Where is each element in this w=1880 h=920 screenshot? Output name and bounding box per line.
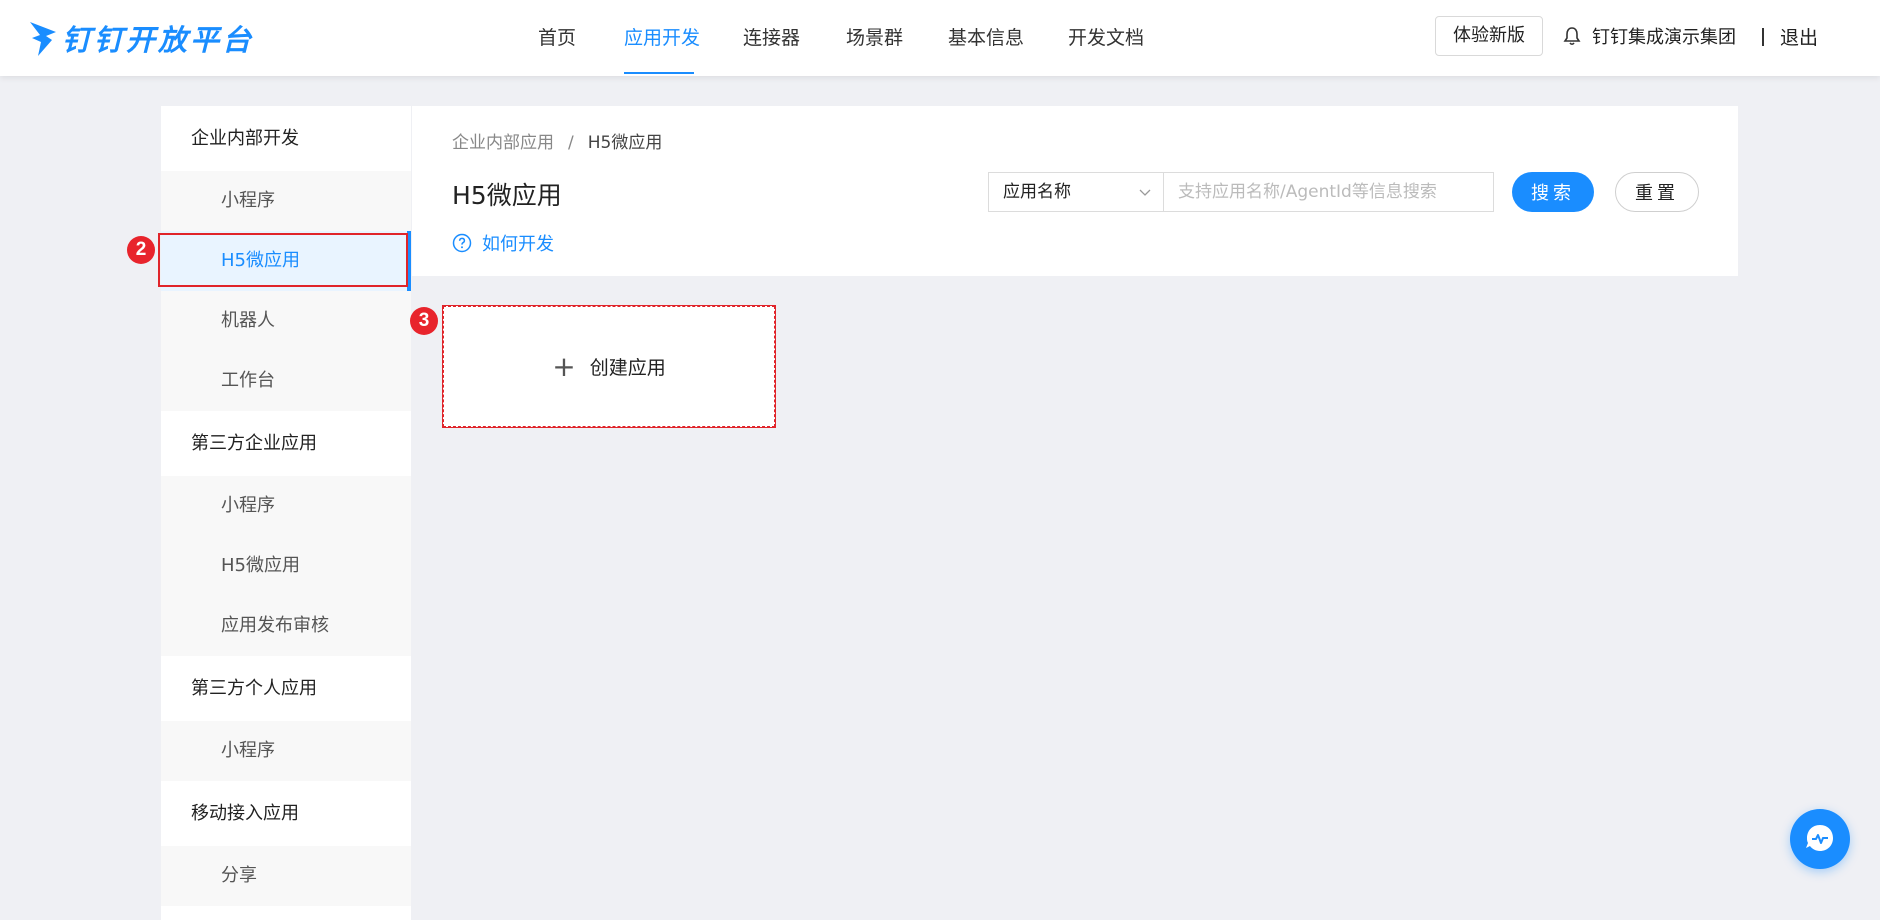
sidebar-group-internal: 企业内部开发 xyxy=(161,106,411,171)
breadcrumb-current: H5微应用 xyxy=(587,133,663,153)
try-new-version-button[interactable]: 体验新版 xyxy=(1435,16,1543,56)
question-circle-icon xyxy=(452,233,472,253)
how-to-develop-link[interactable]: 如何开发 xyxy=(452,230,554,256)
topnav-basic-info[interactable]: 基本信息 xyxy=(948,0,1024,76)
platform-logo[interactable]: 钉钉开放平台 xyxy=(28,18,254,58)
logo-text: 钉钉开放平台 xyxy=(62,23,255,57)
bell-icon[interactable] xyxy=(1563,26,1581,46)
sidebar-item-internal-miniprogram[interactable]: 小程序 xyxy=(161,171,411,231)
step-marker-3: 3 xyxy=(410,307,438,335)
topnav-home[interactable]: 首页 xyxy=(538,0,576,76)
search-input[interactable] xyxy=(1164,172,1494,212)
organization-name[interactable]: 钉钉集成演示集团 xyxy=(1592,0,1736,76)
top-navigation-bar: 钉钉开放平台 首页 应用开发 连接器 场景群 基本信息 开发文档 体验新版 钉钉… xyxy=(0,0,1880,76)
create-app-label: 创建应用 xyxy=(589,357,666,379)
search-button[interactable]: 搜索 xyxy=(1512,172,1594,212)
reset-button[interactable]: 重置 xyxy=(1615,172,1699,212)
plus-icon: + xyxy=(552,349,576,383)
breadcrumb-separator: / xyxy=(568,133,574,153)
dingtalk-logo-icon xyxy=(30,22,56,56)
assistant-chat-icon xyxy=(1806,825,1833,851)
topnav-active-indicator xyxy=(624,72,694,74)
sidebar-group-third-party-enterprise: 第三方企业应用 xyxy=(161,411,411,476)
sidebar-item-tp-personal-miniprogram[interactable]: 小程序 xyxy=(161,721,411,781)
topnav-dev-docs[interactable]: 开发文档 xyxy=(1068,0,1144,76)
page-title: H5微应用 xyxy=(452,181,562,210)
sidebar-group-third-party-personal: 第三方个人应用 xyxy=(161,656,411,721)
sidebar-item-tp-enterprise-review[interactable]: 应用发布审核 xyxy=(161,596,411,656)
sidebar-item-tp-enterprise-miniprogram[interactable]: 小程序 xyxy=(161,476,411,536)
logout-link[interactable]: 退出 xyxy=(1780,0,1818,76)
topnav-app-development[interactable]: 应用开发 xyxy=(624,0,700,76)
sidebar-item-internal-h5[interactable]: H5微应用 xyxy=(161,231,411,291)
topnav-scene-groups[interactable]: 场景群 xyxy=(846,0,903,76)
sidebar: 企业内部开发 小程序 H5微应用 机器人 工作台 第三方企业应用 小程序 H5微… xyxy=(161,106,411,920)
search-field-select[interactable]: 应用名称 xyxy=(988,172,1164,212)
header-divider xyxy=(1762,28,1764,46)
step-marker-2: 2 xyxy=(127,236,155,264)
topnav-connectors[interactable]: 连接器 xyxy=(743,0,800,76)
sidebar-item-internal-robot[interactable]: 机器人 xyxy=(161,291,411,351)
breadcrumb-parent[interactable]: 企业内部应用 xyxy=(452,133,554,153)
sidebar-item-tp-enterprise-h5[interactable]: H5微应用 xyxy=(161,536,411,596)
content-header: 企业内部应用 / H5微应用 H5微应用 如何开发 应用名称 搜索 重置 xyxy=(412,106,1738,276)
assistant-float-button[interactable] xyxy=(1790,809,1850,869)
chevron-down-icon xyxy=(1139,189,1151,196)
sidebar-item-mobile-share[interactable]: 分享 xyxy=(161,846,411,906)
breadcrumb: 企业内部应用 / H5微应用 xyxy=(452,128,662,153)
sidebar-item-internal-workbench[interactable]: 工作台 xyxy=(161,351,411,411)
sidebar-group-mobile-access: 移动接入应用 xyxy=(161,781,411,846)
create-app-card[interactable]: + 创建应用 xyxy=(442,305,776,428)
how-to-develop-label: 如何开发 xyxy=(482,234,554,255)
search-field-select-value: 应用名称 xyxy=(1003,182,1071,202)
